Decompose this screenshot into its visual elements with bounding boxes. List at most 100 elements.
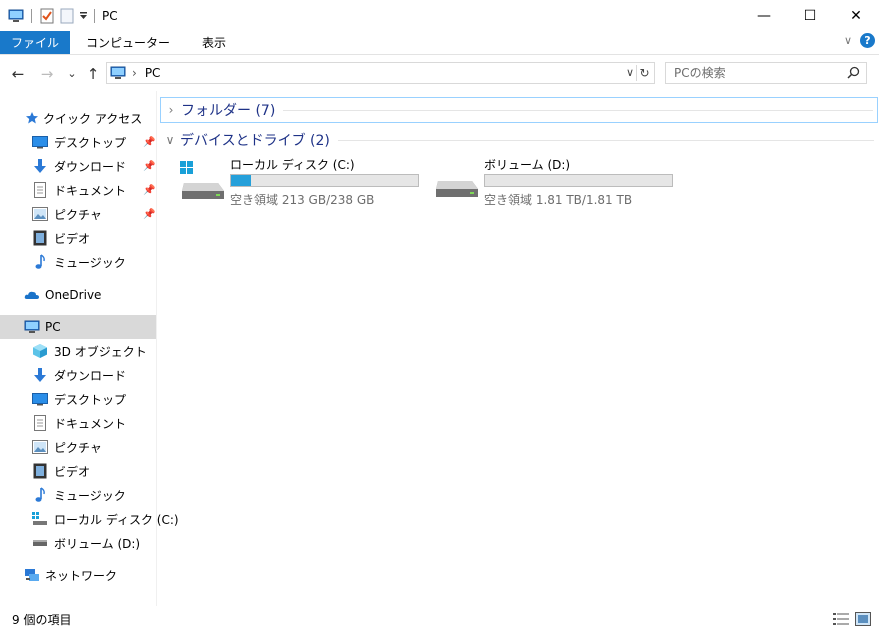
new-folder-icon[interactable] xyxy=(57,6,77,26)
nav-label: デスクトップ xyxy=(54,392,127,407)
drive-free-space: 空き領域 213 GB/238 GB xyxy=(230,193,375,207)
navigation-pane: クイック アクセス デスクトップ 📌 ダウンロード 📌 ドキュメント 📌 ピクチ… xyxy=(0,91,179,606)
nav-label: ミュージック xyxy=(54,255,126,270)
download-icon xyxy=(32,158,48,174)
minimize-button[interactable]: — xyxy=(741,0,787,31)
pin-icon[interactable]: 📌 xyxy=(143,185,155,196)
group-divider xyxy=(337,139,874,141)
group-title: フォルダー (7) xyxy=(181,103,276,119)
video-icon xyxy=(32,230,48,246)
nav-label: クイック アクセス xyxy=(43,111,143,126)
nav-label: OneDrive xyxy=(45,288,102,302)
chevron-down-icon[interactable]: ∨ xyxy=(160,133,180,147)
address-bar[interactable]: › PC ∨ ↻ xyxy=(106,62,655,84)
video-icon xyxy=(32,463,48,479)
tab-computer[interactable]: コンピューター xyxy=(70,31,186,54)
nav-pc-documents[interactable]: ドキュメント xyxy=(32,411,126,435)
nav-quick-documents[interactable]: ドキュメント xyxy=(32,178,126,202)
music-icon xyxy=(32,487,48,503)
large-icons-view-icon[interactable] xyxy=(855,612,871,629)
nav-label: ネットワーク xyxy=(45,568,118,583)
toolbar-separator xyxy=(31,8,32,23)
back-button[interactable]: ← xyxy=(8,65,28,83)
nav-quick-music[interactable]: ミュージック xyxy=(32,250,126,274)
nav-label: PC xyxy=(45,320,61,334)
network-icon xyxy=(24,567,40,583)
nav-label: ピクチャ xyxy=(54,440,102,455)
nav-quick-downloads[interactable]: ダウンロード xyxy=(32,154,126,178)
quick-access-toolbar: PC xyxy=(0,0,118,31)
nav-network[interactable]: ネットワーク xyxy=(24,563,117,587)
address-dropdown-icon[interactable]: ∨ xyxy=(626,66,634,79)
nav-quick-pictures[interactable]: ピクチャ xyxy=(32,202,102,226)
windows-drive-icon xyxy=(180,161,226,204)
group-devices-drives[interactable]: ∨ デバイスとドライブ (2) xyxy=(160,127,878,153)
chevron-right-icon[interactable]: › xyxy=(161,103,181,117)
refresh-button[interactable]: ↻ xyxy=(636,65,652,81)
nav-label: ドキュメント xyxy=(54,183,127,198)
up-button[interactable]: ↑ xyxy=(83,65,103,83)
nav-pc[interactable]: PC xyxy=(0,315,156,339)
pin-icon[interactable]: 📌 xyxy=(143,161,155,172)
drive-icon xyxy=(32,535,48,551)
properties-icon[interactable] xyxy=(37,6,57,26)
nav-pc-pictures[interactable]: ピクチャ xyxy=(32,435,102,459)
drive-usage-bar xyxy=(484,174,673,187)
nav-quick-desktop[interactable]: デスクトップ xyxy=(32,130,126,154)
drive-tile-d[interactable]: ボリューム (D:) 空き領域 1.81 TB/1.81 TB xyxy=(434,155,684,207)
nav-quick-access[interactable]: クイック アクセス xyxy=(24,106,142,130)
breadcrumb-separator[interactable]: › xyxy=(132,66,137,80)
desktop-icon xyxy=(32,391,48,407)
nav-pc-desktop[interactable]: デスクトップ xyxy=(32,387,126,411)
pin-icon[interactable]: 📌 xyxy=(143,209,155,220)
picture-icon xyxy=(32,206,48,222)
search-icon[interactable] xyxy=(847,66,860,82)
windows-drive-icon xyxy=(32,511,48,527)
document-icon xyxy=(32,415,48,431)
drive-tile-c[interactable]: ローカル ディスク (C:) 空き領域 213 GB/238 GB xyxy=(180,155,430,207)
tab-file[interactable]: ファイル xyxy=(0,31,71,54)
onedrive-icon xyxy=(24,287,40,303)
nav-quick-videos[interactable]: ビデオ xyxy=(32,226,90,250)
nav-label: 3D オブジェクト xyxy=(54,344,147,359)
drive-usage-bar xyxy=(230,174,419,187)
close-button[interactable]: ✕ xyxy=(833,0,879,31)
nav-pc-videos[interactable]: ビデオ xyxy=(32,459,90,483)
computer-icon xyxy=(110,66,126,80)
pin-icon[interactable]: 📌 xyxy=(143,137,155,148)
nav-pc-3d-objects[interactable]: 3D オブジェクト xyxy=(32,339,147,363)
drive-icon xyxy=(434,161,480,204)
music-icon xyxy=(32,254,48,270)
nav-pc-music[interactable]: ミュージック xyxy=(32,483,126,507)
nav-pc-local-disk-c[interactable]: ローカル ディスク (C:) xyxy=(32,507,179,531)
customize-toolbar-icon[interactable] xyxy=(77,6,89,26)
nav-onedrive[interactable]: OneDrive xyxy=(24,283,101,307)
nav-pc-downloads[interactable]: ダウンロード xyxy=(32,363,126,387)
search-input[interactable] xyxy=(674,66,844,80)
help-icon[interactable]: ? xyxy=(860,33,875,48)
ribbon-expand-icon[interactable]: ∨ xyxy=(844,34,852,47)
drive-name: ボリューム (D:) xyxy=(484,158,571,172)
group-folders[interactable]: › フォルダー (7) xyxy=(160,97,878,123)
nav-pc-volume-d[interactable]: ボリューム (D:) xyxy=(32,531,140,555)
computer-icon[interactable] xyxy=(6,6,26,26)
breadcrumb-pc[interactable]: PC xyxy=(145,66,161,80)
group-divider xyxy=(283,109,873,111)
window-title: PC xyxy=(102,8,118,23)
nav-label: ダウンロード xyxy=(54,368,127,383)
star-icon xyxy=(24,110,40,126)
details-view-icon[interactable] xyxy=(833,612,849,629)
item-count: 9 個の項目 xyxy=(12,613,72,627)
forward-button[interactable]: → xyxy=(37,65,57,83)
drive-name: ローカル ディスク (C:) xyxy=(230,158,355,172)
drive-free-space: 空き領域 1.81 TB/1.81 TB xyxy=(484,193,633,207)
maximize-button[interactable]: ☐ xyxy=(787,0,833,31)
toolbar-separator xyxy=(94,8,95,23)
nav-label: ダウンロード xyxy=(54,159,127,174)
drive-usage-fill xyxy=(231,175,251,186)
recent-locations-button[interactable]: ⌄ xyxy=(62,67,82,80)
search-box[interactable] xyxy=(665,62,867,84)
nav-label: ドキュメント xyxy=(54,416,127,431)
nav-label: デスクトップ xyxy=(54,135,127,150)
tab-view[interactable]: 表示 xyxy=(186,31,242,54)
